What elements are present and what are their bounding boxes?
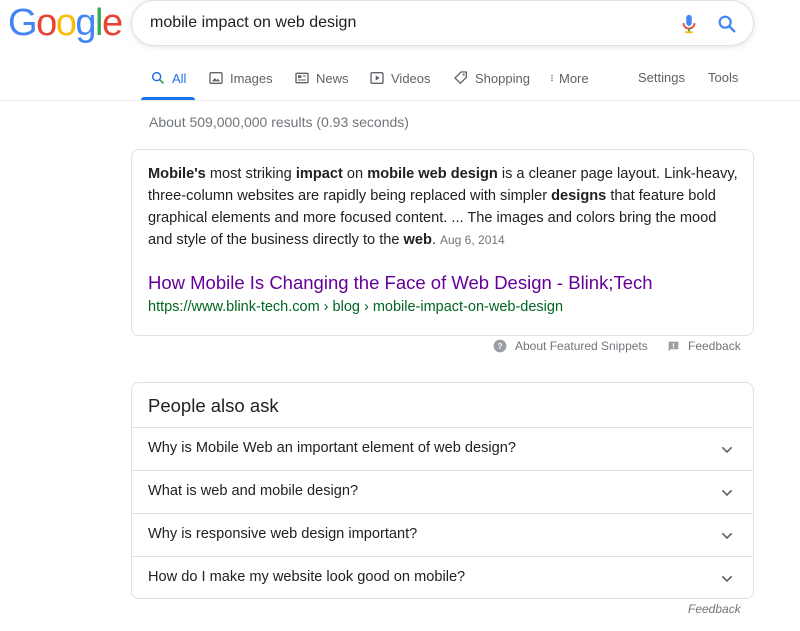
search-input[interactable]	[150, 11, 650, 35]
more-vert-icon	[551, 74, 553, 82]
snippet-highlight: Mobile's	[148, 166, 206, 182]
logo-letter: l	[94, 2, 103, 44]
chevron-down-icon	[721, 489, 733, 497]
snippet-text: Mobile's most striking impact on mobile …	[148, 163, 740, 251]
tab-images[interactable]: Images	[208, 70, 273, 86]
svg-text:?: ?	[498, 342, 503, 351]
tab-label: Images	[230, 70, 273, 86]
paa-question[interactable]: Why is Mobile Web an important element o…	[132, 427, 753, 470]
settings-label: Settings	[638, 70, 685, 85]
paa-feedback-link[interactable]: Feedback	[688, 602, 741, 616]
search-icon[interactable]	[716, 13, 738, 35]
google-logo[interactable]: Google	[8, 2, 123, 44]
tab-label: All	[172, 70, 187, 86]
snippet-fragment: on	[342, 166, 368, 182]
settings-link[interactable]: Settings	[638, 70, 685, 85]
snippet-highlight: mobile web design	[367, 166, 498, 182]
logo-letter: G	[8, 2, 38, 44]
snippet-fragment: most striking	[205, 166, 296, 182]
tab-all[interactable]: All	[150, 70, 186, 86]
paa-title: People also ask	[148, 395, 279, 416]
snippet-highlight: web	[403, 232, 432, 248]
tab-label: Shopping	[475, 70, 530, 86]
logo-letter: o	[36, 2, 57, 44]
search-box	[131, 0, 754, 46]
tab-more[interactable]: More	[548, 70, 589, 86]
snippet-highlight: impact	[295, 166, 343, 182]
chevron-down-icon	[721, 446, 733, 454]
paa-question[interactable]: What is web and mobile design?	[132, 470, 753, 513]
feedback-icon	[668, 341, 679, 351]
tab-shopping[interactable]: Shopping	[453, 70, 530, 86]
people-also-ask: People also ask Why is Mobile Web an imp…	[131, 382, 754, 599]
feedback-label: Feedback	[688, 339, 741, 353]
question-text: Why is responsive web design important?	[148, 526, 418, 542]
snippet-date: Aug 6, 2014	[440, 233, 505, 247]
logo-letter: g	[75, 2, 96, 44]
question-text: What is web and mobile design?	[148, 483, 359, 499]
help-icon: ?	[493, 339, 507, 353]
news-icon	[295, 72, 309, 84]
logo-letter: o	[55, 2, 77, 44]
tab-label: Videos	[391, 70, 431, 86]
snippet-feedback[interactable]: Feedback	[667, 339, 741, 353]
snippet-fragment: .	[431, 232, 436, 248]
paa-question[interactable]: Why is responsive web design important?	[132, 513, 753, 556]
snippet-title-link[interactable]: How Mobile Is Changing the Face of Web D…	[148, 272, 653, 294]
chevron-down-icon	[721, 575, 733, 583]
about-snippets-label: About Featured Snippets	[515, 339, 648, 353]
video-icon	[370, 72, 384, 84]
tag-icon	[454, 71, 467, 85]
tab-news[interactable]: News	[294, 70, 349, 86]
about-featured-snippets[interactable]: ? About Featured Snippets	[493, 339, 648, 353]
search-icon	[151, 71, 164, 84]
featured-snippet: Mobile's most striking impact on mobile …	[131, 149, 754, 336]
snippet-highlight: designs	[551, 188, 607, 204]
snippet-url[interactable]: https://www.blink-tech.com › blog › mobi…	[148, 299, 563, 315]
paa-question[interactable]: How do I make my website look good on mo…	[132, 556, 753, 599]
tab-label: More	[559, 70, 589, 86]
logo-letter: e	[101, 2, 123, 44]
tools-label: Tools	[708, 70, 739, 85]
tools-link[interactable]: Tools	[708, 70, 738, 85]
tab-label: News	[316, 70, 349, 86]
chevron-down-icon	[721, 532, 733, 540]
question-text: How do I make my website look good on mo…	[148, 569, 466, 585]
question-text: Why is Mobile Web an important element o…	[148, 440, 517, 456]
tab-videos[interactable]: Videos	[369, 70, 431, 86]
result-stats: About 509,000,000 results (0.93 seconds)	[149, 114, 409, 130]
image-icon	[209, 72, 223, 84]
microphone-icon[interactable]	[678, 12, 700, 36]
search-tabs: All Images News Videos Shopping More Set…	[0, 60, 800, 101]
active-tab-indicator	[141, 97, 195, 100]
